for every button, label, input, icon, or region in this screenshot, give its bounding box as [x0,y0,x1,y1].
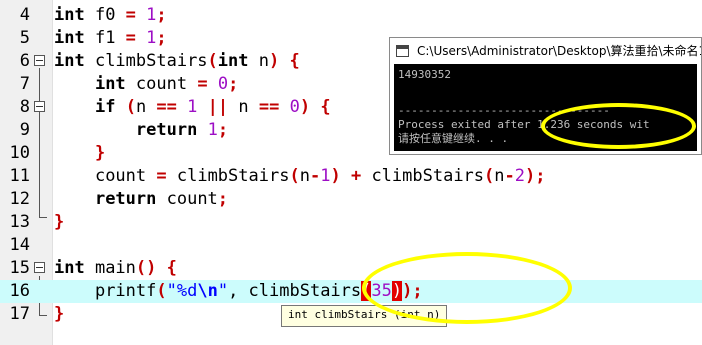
line-number: 14 [9,235,30,255]
line-number: 4 [19,5,30,25]
code-text: } [54,304,65,324]
line-number: 8 [19,97,30,117]
line-number: 7 [19,74,30,94]
code-line-active[interactable]: 16 printf("%d\n", climbStairs(35)); [0,280,702,303]
line-number: 5 [19,28,30,48]
line-number: 15 [9,258,30,278]
line-number: 17 [9,304,30,324]
code-line[interactable]: 13 } [0,211,702,234]
code-text: if (n == 1 || n == 0) { [94,97,331,117]
code-text: return count; [94,189,229,209]
fold-toggle-icon[interactable] [34,262,45,273]
console-title: C:\Users\Administrator\Desktop\算法重拾\未命名1 [417,44,701,58]
line-number: 16 [9,281,30,301]
code-text: int count = 0; [94,74,239,94]
line-number: 13 [9,212,30,232]
line-number: 12 [9,189,30,209]
highlight-ellipse [362,252,572,324]
highlight-ellipse [541,103,696,149]
line-number: 6 [19,51,30,71]
code-text: int main() { [54,258,177,278]
code-text: int f1 = 1; [54,28,167,48]
console-continue-prompt: 请按任意键继续. . . [398,132,509,145]
code-line[interactable]: 4 int f0 = 1; [0,4,702,27]
console-title-bar[interactable]: C:\Users\Administrator\Desktop\算法重拾\未命名1 [390,38,701,64]
code-text: int f0 = 1; [54,5,167,25]
line-number: 11 [9,166,30,186]
fold-toggle-icon[interactable] [34,101,45,112]
line-number: 10 [9,143,30,163]
code-text: return 1; [135,120,229,140]
console-window-icon [396,45,409,57]
code-text: count = climbStairs(n-1) + climbStairs(n… [94,166,546,186]
code-line[interactable]: 14 [0,234,702,257]
line-number: 9 [19,120,30,140]
code-text: int climbStairs(int n) { [54,51,300,71]
code-line[interactable]: 15 int main() { [0,257,702,280]
code-line[interactable]: 11 count = climbStairs(n-1) + climbStair… [0,165,702,188]
console-output-value: 14930352 [398,68,451,81]
code-text: } [54,212,65,232]
code-line[interactable]: 12 return count; [0,188,702,211]
code-text: } [94,143,106,163]
fold-toggle-icon[interactable] [34,55,45,66]
